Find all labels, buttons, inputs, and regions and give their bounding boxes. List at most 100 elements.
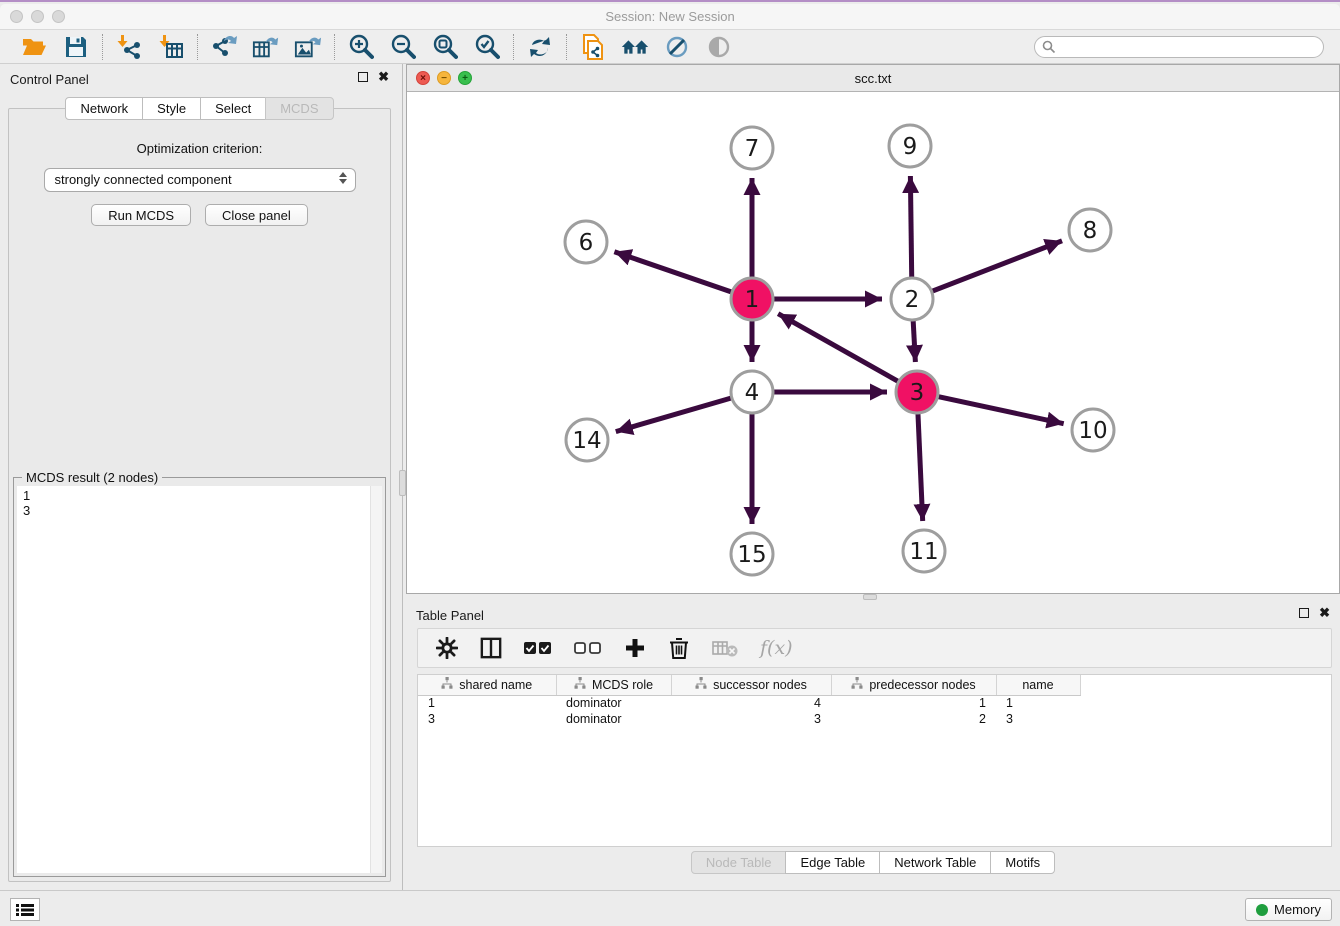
deselect-all-icon[interactable]	[574, 640, 602, 656]
table-row[interactable]: 1dominator411	[418, 695, 1080, 711]
control-panel-title: Control Panel	[10, 72, 89, 87]
export-network-icon[interactable]	[210, 33, 238, 61]
mcds-result-text[interactable]: 1 3	[17, 486, 382, 873]
table-cell[interactable]: dominator	[556, 695, 671, 711]
column-header-name[interactable]: name	[996, 675, 1080, 695]
tab-network-table[interactable]: Network Table	[879, 851, 991, 874]
vertical-splitter-handle[interactable]	[399, 470, 406, 496]
edge-3-10[interactable]	[939, 397, 1064, 424]
save-icon[interactable]	[62, 33, 90, 61]
table-cell[interactable]: 1	[996, 695, 1080, 711]
table-cell[interactable]: dominator	[556, 711, 671, 727]
edge-2-3[interactable]	[913, 321, 915, 362]
node-11[interactable]: 11	[903, 530, 945, 572]
float-panel-icon[interactable]	[358, 72, 368, 82]
select-all-icon[interactable]	[524, 640, 552, 656]
table-cell[interactable]: 4	[671, 695, 831, 711]
tab-mcds[interactable]: MCDS	[265, 97, 333, 120]
result-scrollbar[interactable]	[370, 486, 382, 873]
edge-1-6[interactable]	[614, 252, 731, 292]
tree-icon	[441, 677, 453, 692]
zoom-fit-icon[interactable]	[431, 33, 459, 61]
svg-text:10: 10	[1078, 418, 1107, 444]
column-header-predecessor-nodes[interactable]: predecessor nodes	[831, 675, 996, 695]
zoom-in-icon[interactable]	[347, 33, 375, 61]
node-7[interactable]: 7	[731, 127, 773, 169]
node-9[interactable]: 9	[889, 125, 931, 167]
memory-button[interactable]: Memory	[1245, 898, 1332, 921]
table-cell[interactable]: 3	[671, 711, 831, 727]
node-10[interactable]: 10	[1072, 409, 1114, 451]
list-icon	[16, 903, 34, 917]
table-cell[interactable]: 1	[418, 695, 556, 711]
export-image-icon[interactable]	[294, 33, 322, 61]
table-cell[interactable]: 1	[831, 695, 996, 711]
tab-style[interactable]: Style	[142, 97, 201, 120]
node-2[interactable]: 2	[891, 278, 933, 320]
edge-2-9[interactable]	[910, 176, 911, 277]
edge-4-14[interactable]	[616, 398, 731, 431]
close-panel-icon[interactable]: ✖	[378, 72, 389, 82]
zoom-out-icon[interactable]	[389, 33, 417, 61]
search-input[interactable]	[1034, 36, 1324, 58]
network-graph[interactable]: 7 9 6 8 1 2 4 3 14 10 15 11	[407, 92, 1339, 593]
node-1[interactable]: 1	[731, 278, 773, 320]
tree-icon	[574, 677, 586, 692]
column-header-shared-name[interactable]: shared name	[418, 675, 556, 695]
control-panel-header: Control Panel ✖	[0, 64, 399, 94]
criterion-select-value: strongly connected component	[55, 172, 232, 187]
table-cell[interactable]: 3	[996, 711, 1080, 727]
tab-node-table[interactable]: Node Table	[691, 851, 787, 874]
close-table-panel-icon[interactable]: ✖	[1319, 608, 1330, 618]
delete-table-icon[interactable]	[712, 639, 738, 657]
tab-network[interactable]: Network	[65, 97, 143, 120]
open-folder-icon[interactable]	[20, 33, 48, 61]
node-4[interactable]: 4	[731, 371, 773, 413]
close-panel-button[interactable]: Close panel	[205, 204, 308, 226]
network-window: × − + scc.txt 7 9 6 8 1 2 4 3 14 10 15 11	[406, 64, 1340, 594]
tab-select[interactable]: Select	[200, 97, 266, 120]
vertical-splitter[interactable]	[399, 64, 406, 892]
float-table-panel-icon[interactable]	[1299, 608, 1309, 618]
add-column-icon[interactable]	[624, 637, 646, 659]
network-window-titlebar: × − + scc.txt	[407, 65, 1339, 92]
column-header-successor-nodes[interactable]: successor nodes	[671, 675, 831, 695]
import-network-icon[interactable]	[115, 33, 143, 61]
svg-text:15: 15	[737, 542, 766, 568]
node-3[interactable]: 3	[896, 371, 938, 413]
node-6[interactable]: 6	[565, 221, 607, 263]
table-cell[interactable]: 2	[831, 711, 996, 727]
eye-icon[interactable]	[705, 33, 733, 61]
function-builder-icon[interactable]: f(x)	[760, 637, 793, 659]
split-column-icon[interactable]	[480, 637, 502, 659]
tab-motifs[interactable]: Motifs	[990, 851, 1055, 874]
app-title: Session: New Session	[0, 9, 1340, 24]
show-panels-button[interactable]	[10, 898, 40, 921]
clone-network-icon[interactable]	[579, 33, 607, 61]
optimization-criterion-label: Optimization criterion:	[9, 141, 390, 156]
mcds-panel: Optimization criterion: strongly connect…	[8, 108, 391, 882]
node-8[interactable]: 8	[1069, 209, 1111, 251]
node-15[interactable]: 15	[731, 533, 773, 575]
run-mcds-button[interactable]: Run MCDS	[91, 204, 191, 226]
homes-icon[interactable]	[621, 33, 649, 61]
import-table-icon[interactable]	[157, 33, 185, 61]
edge-2-8[interactable]	[933, 241, 1063, 291]
delete-icon[interactable]	[668, 636, 690, 660]
brush-icon[interactable]	[663, 33, 691, 61]
criterion-select[interactable]: strongly connected component	[44, 168, 356, 192]
memory-label: Memory	[1274, 902, 1321, 917]
column-header-MCDS-role[interactable]: MCDS role	[556, 675, 671, 695]
edge-3-1[interactable]	[778, 314, 898, 381]
search-container	[1034, 36, 1324, 58]
gear-icon[interactable]	[436, 637, 458, 659]
edge-3-11[interactable]	[918, 414, 923, 521]
tab-edge-table[interactable]: Edge Table	[785, 851, 880, 874]
zoom-selected-icon[interactable]	[473, 33, 501, 61]
node-14[interactable]: 14	[566, 419, 608, 461]
refresh-layout-icon[interactable]	[526, 33, 554, 61]
export-table-icon[interactable]	[252, 33, 280, 61]
table-cell[interactable]: 3	[418, 711, 556, 727]
table-row[interactable]: 3dominator323	[418, 711, 1080, 727]
svg-text:8: 8	[1083, 218, 1098, 244]
